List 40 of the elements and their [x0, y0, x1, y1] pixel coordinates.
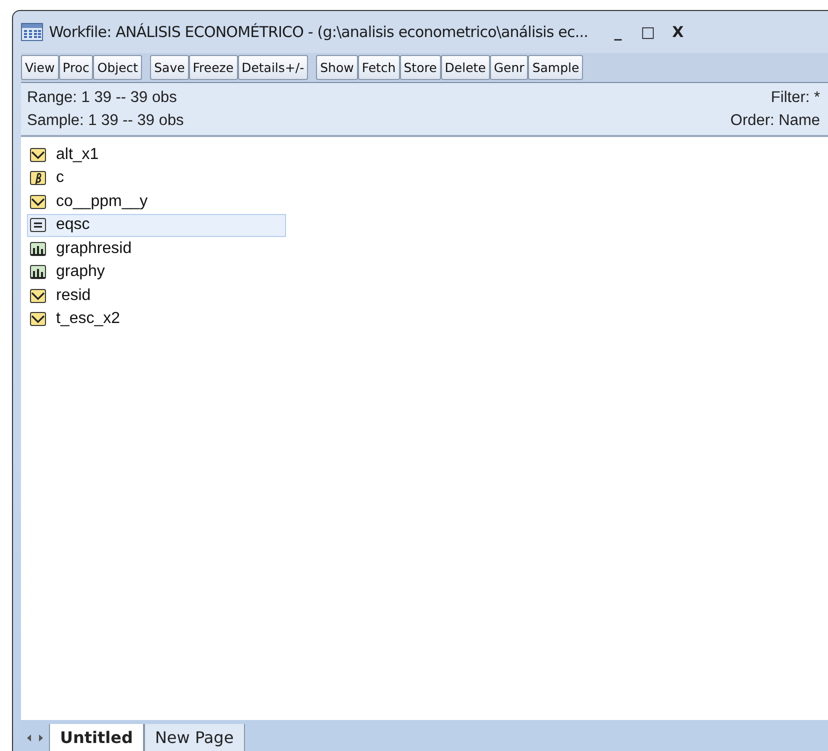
toolbar-button[interactable]: Fetch [358, 55, 400, 80]
object-item[interactable]: eqsc [27, 214, 286, 237]
table-icon [21, 23, 43, 41]
object-item[interactable]: graphresid [27, 237, 286, 260]
page-tab[interactable]: New Page [144, 724, 245, 751]
toolbar-button[interactable]: Sample [528, 55, 584, 80]
page-tab[interactable]: Untitled [49, 724, 144, 751]
series-icon [30, 288, 46, 303]
graph-icon [30, 265, 46, 280]
range-label: Range: 1 39 -- 39 obs [27, 88, 177, 106]
toolbar-button[interactable]: View [21, 55, 59, 80]
toolbar-button[interactable]: Show [316, 55, 358, 80]
scroll-arrows-icon[interactable] [27, 734, 43, 742]
toolbar-button[interactable]: Proc [58, 55, 94, 80]
sample-label: Sample: 1 39 -- 39 obs [27, 112, 184, 130]
series-icon [30, 312, 46, 326]
series-icon [30, 194, 46, 209]
toolbar-button[interactable]: Genr [490, 55, 528, 80]
toolbar-button[interactable]: Freeze [188, 55, 238, 80]
equation-icon [30, 218, 46, 232]
object-item[interactable]: c [27, 166, 286, 190]
toolbar-button[interactable]: Store [400, 55, 441, 80]
beta-icon [30, 171, 46, 186]
toolbar-button[interactable]: Details+/- [238, 55, 308, 80]
window-title: Workfile: ANÁLISIS ECONOMÉTRICO - (g:\analisis econometrico\análisis ec... [49, 23, 588, 41]
toolbar-button[interactable]: Save [150, 55, 189, 80]
window-control-button[interactable]: □ [634, 23, 662, 41]
order-label: Order: Name [730, 112, 820, 130]
toolbar-button[interactable]: Delete [440, 55, 490, 80]
object-item[interactable]: t_esc_x2 [27, 308, 286, 331]
graph-icon [30, 242, 46, 256]
filter-label: Filter: * [770, 88, 820, 106]
object-item[interactable]: resid [27, 284, 286, 308]
window-control-button[interactable]: _ [604, 23, 632, 41]
object-item[interactable]: graphy [27, 260, 286, 284]
window-control-button[interactable]: X [664, 23, 692, 41]
object-item[interactable]: alt_x1 [27, 143, 286, 166]
object-item[interactable]: co__ppm__y [27, 190, 286, 214]
series-icon [30, 148, 46, 162]
toolbar-button[interactable]: Object [93, 55, 142, 80]
